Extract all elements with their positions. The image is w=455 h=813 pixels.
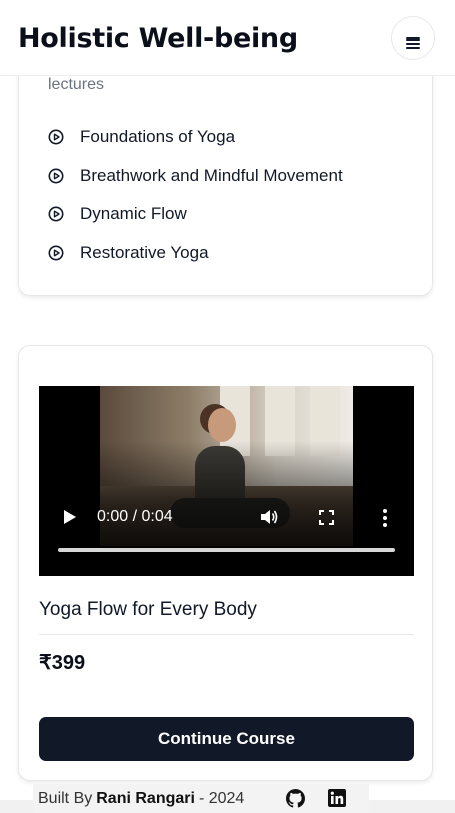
lecture-item[interactable]: Restorative Yoga [48, 243, 343, 282]
curriculum-card: lectures Foundations of Yoga Breathwork … [18, 40, 433, 296]
divider [39, 634, 414, 635]
lecture-item[interactable]: Foundations of Yoga [48, 127, 343, 166]
video-time: 0:00 / 0:04 [97, 508, 173, 525]
play-circle-icon [48, 129, 64, 145]
footer: Built By Rani Rangari - 2024 [33, 784, 369, 813]
menu-button[interactable] [391, 15, 435, 60]
github-icon[interactable] [286, 789, 305, 808]
continue-course-button[interactable]: Continue Course [39, 717, 414, 761]
lecture-list: Foundations of Yoga Breathwork and Mindf… [48, 127, 343, 282]
play-icon[interactable] [64, 510, 76, 524]
app-header: Holistic Well-being [0, 0, 455, 76]
play-circle-icon [48, 245, 64, 261]
play-circle-icon [48, 206, 64, 222]
volume-icon[interactable] [259, 508, 279, 526]
fullscreen-icon[interactable] [319, 510, 334, 525]
site-title[interactable]: Holistic Well-being [18, 23, 298, 54]
lecture-item[interactable]: Dynamic Flow [48, 204, 343, 243]
course-title: Yoga Flow for Every Body [39, 599, 257, 620]
course-card: 0:00 / 0:04 Yoga Flow for Every Body ₹39… [18, 345, 433, 781]
lecture-title: Restorative Yoga [80, 243, 209, 263]
video-player[interactable]: 0:00 / 0:04 [39, 386, 414, 576]
video-progress-bar[interactable] [58, 548, 395, 552]
footer-prefix: Built By [38, 789, 93, 807]
play-circle-icon [48, 168, 64, 184]
lecture-item[interactable]: Breathwork and Mindful Movement [48, 166, 343, 205]
lecture-title: Foundations of Yoga [80, 127, 236, 146]
lecture-title: Dynamic Flow [80, 204, 187, 224]
more-options-icon[interactable] [383, 509, 387, 527]
course-price: ₹399 [39, 652, 86, 674]
footer-author: Rani Rangari [96, 789, 195, 807]
footer-year: - 2024 [198, 789, 245, 807]
hamburger-menu-icon [406, 36, 420, 49]
linkedin-icon[interactable] [328, 789, 346, 807]
lectures-label: lectures [48, 76, 105, 93]
lecture-title: Breathwork and Mindful Movement [80, 165, 343, 185]
